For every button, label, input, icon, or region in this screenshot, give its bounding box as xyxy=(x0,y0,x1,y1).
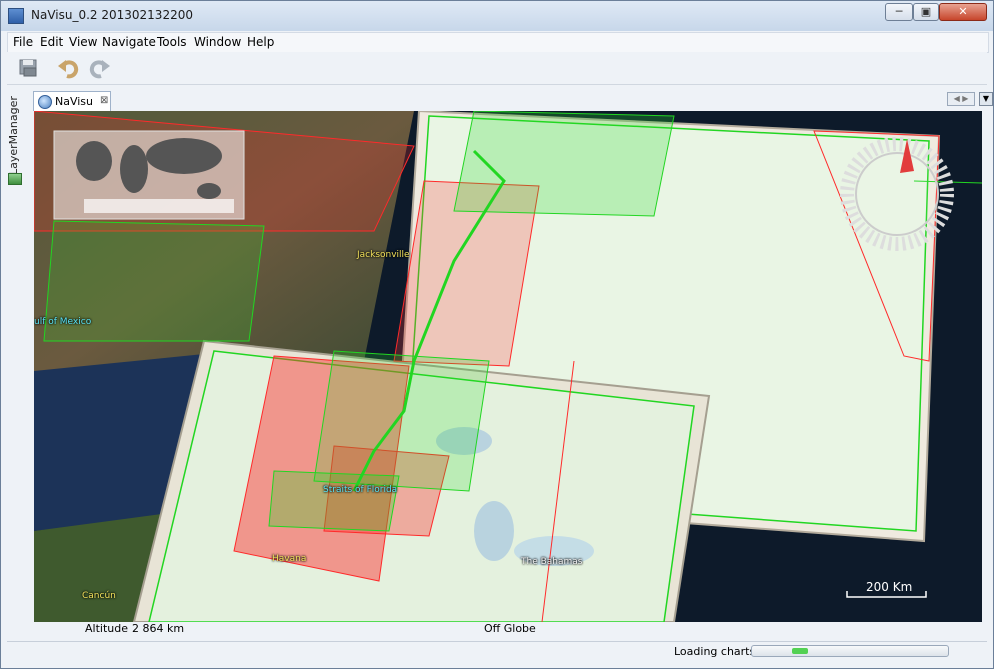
loading-status-text: Loading charts xyxy=(674,645,756,658)
label-havana: Havana xyxy=(272,554,307,564)
tab-scroll-arrows[interactable]: ◀ ▶ xyxy=(947,92,975,106)
undo-icon xyxy=(58,60,79,79)
tab-navisu[interactable]: NaVisu ⊠ xyxy=(33,91,111,111)
menu-file[interactable]: File xyxy=(13,35,33,49)
menu-edit[interactable]: Edit xyxy=(40,35,63,49)
save-button[interactable] xyxy=(17,56,41,80)
undo-button[interactable] xyxy=(57,56,81,80)
label-gulf-of-mexico: ulf of Mexico xyxy=(34,317,92,327)
restore-button[interactable]: ▣ xyxy=(913,3,939,21)
map-status-line: Altitude 2 864 km Off Globe xyxy=(34,622,982,636)
layer-manager-tab[interactable]: LayerManager xyxy=(7,95,21,175)
menu-window[interactable]: Window xyxy=(194,35,241,49)
altitude-label: Altitude xyxy=(85,622,128,635)
menu-tools[interactable]: Tools xyxy=(157,35,187,49)
tab-close-icon[interactable]: ⊠ xyxy=(100,95,108,106)
menu-bar: File Edit View Navigate Tools Window Hel… xyxy=(7,32,989,53)
loading-progress-bar xyxy=(751,645,949,657)
window-title: NaVisu_0.2 201302132200 xyxy=(31,8,193,22)
tab-list-dropdown[interactable]: ▼ xyxy=(979,92,993,106)
chart-overlay-canvas xyxy=(34,111,982,622)
title-bar: NaVisu_0.2 201302132200 ─ ▣ ✕ xyxy=(1,1,993,31)
app-window: NaVisu_0.2 201302132200 ─ ▣ ✕ File Edit … xyxy=(0,0,994,669)
redo-button[interactable] xyxy=(87,56,111,80)
position-readout: Off Globe xyxy=(484,622,536,635)
status-bar: Loading charts xyxy=(7,641,987,664)
menu-navigate[interactable]: Navigate xyxy=(102,35,156,49)
save-icon xyxy=(19,59,37,77)
altitude-value: 2 864 km xyxy=(132,622,185,635)
redo-icon xyxy=(89,60,110,79)
globe-icon xyxy=(38,95,52,109)
label-the-bahamas: The Bahamas xyxy=(521,557,583,567)
minimize-button[interactable]: ─ xyxy=(885,3,913,21)
menu-view[interactable]: View xyxy=(69,35,97,49)
scale-label: 200 Km xyxy=(866,580,913,594)
tab-label: NaVisu xyxy=(55,95,94,108)
label-straits-of-florida: Straits of Florida xyxy=(323,485,398,495)
progress-indicator xyxy=(792,648,808,654)
tab-bar: NaVisu ⊠ ◀ ▶ ▼ ▭ xyxy=(33,90,993,111)
menu-help[interactable]: Help xyxy=(247,35,274,49)
app-icon xyxy=(8,8,24,24)
toolbar xyxy=(7,52,987,85)
label-cancun: Cancún xyxy=(82,591,116,601)
layers-icon[interactable] xyxy=(8,173,22,185)
close-button[interactable]: ✕ xyxy=(939,3,987,21)
globe-view[interactable]: Jacksonville ulf of Mexico Straits of Fl… xyxy=(34,111,982,622)
label-jacksonville: Jacksonville xyxy=(357,250,410,260)
